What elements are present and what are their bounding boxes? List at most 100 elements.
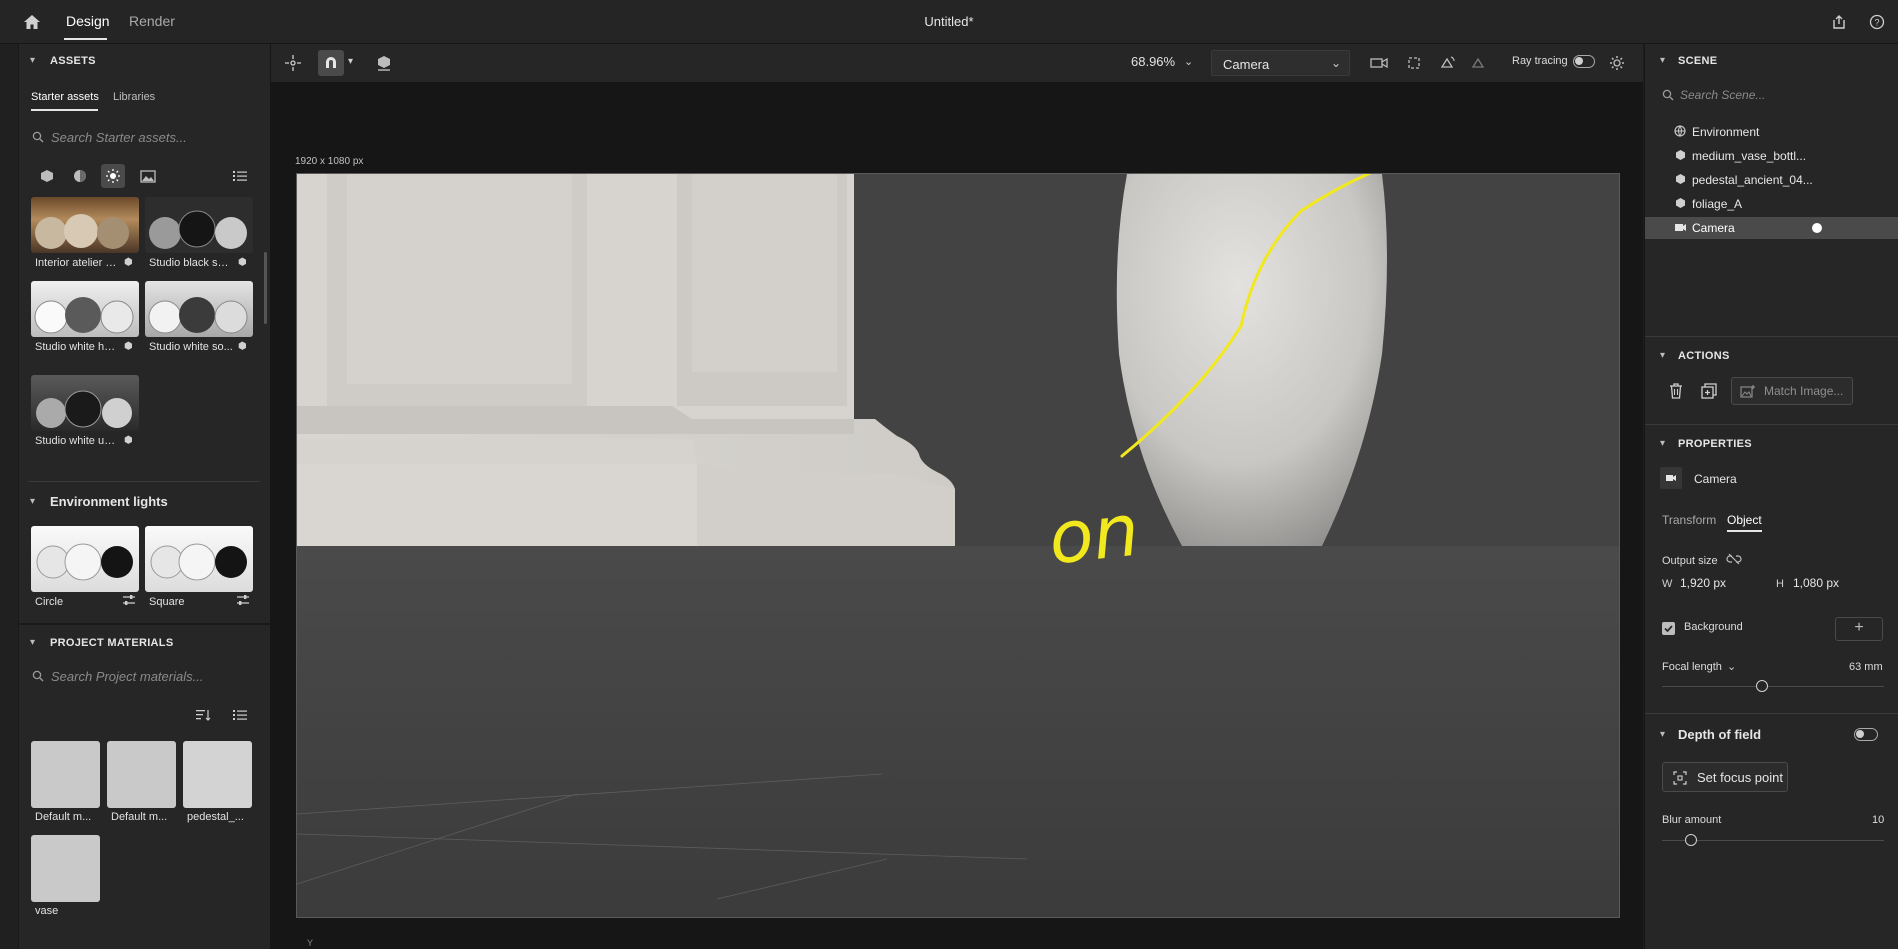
scene-item-camera[interactable]: Camera	[1645, 217, 1898, 239]
add-background-button[interactable]: +	[1835, 617, 1883, 641]
set-focus-point-button[interactable]: Set focus point	[1662, 762, 1788, 792]
magnet-icon[interactable]	[318, 50, 344, 76]
project-materials-search-placeholder: Search Project materials...	[51, 669, 204, 684]
material-card[interactable]: pedestal_...	[183, 741, 252, 827]
project-materials-chevron-icon[interactable]: ▾	[30, 637, 35, 648]
assets-collapse-chevron-icon[interactable]: ▾	[30, 55, 35, 66]
height-label: H	[1776, 578, 1784, 590]
material-card[interactable]: Default m...	[31, 741, 100, 827]
viewport-toolbar: ▾ 68.96% ⌄ Camera ⌄ Ray tracing	[271, 44, 1643, 82]
camera-select[interactable]: Camera ⌄	[1211, 50, 1350, 76]
material-swatch	[183, 741, 252, 808]
focus-target-icon	[1673, 771, 1687, 788]
properties-chevron-icon[interactable]: ▾	[1660, 438, 1665, 449]
depth-of-field-toggle[interactable]	[1854, 728, 1878, 741]
height-field[interactable]: 1,080 px	[1793, 576, 1839, 590]
scene-item-label: pedestal_ancient_04...	[1692, 173, 1813, 187]
material-label: Default m...	[111, 811, 168, 823]
material-card[interactable]: Default m...	[107, 741, 176, 827]
scene-chevron-icon[interactable]: ▾	[1660, 55, 1665, 66]
env-light-card[interactable]: Square	[145, 526, 253, 614]
models-icon[interactable]	[37, 166, 57, 186]
tab-transform[interactable]: Transform	[1662, 513, 1716, 527]
drop-to-ground-icon[interactable]	[373, 52, 395, 74]
background-checkbox[interactable]	[1662, 622, 1675, 635]
frame-icon[interactable]	[1403, 52, 1425, 74]
asset-card[interactable]: Studio black soft... ⬢	[145, 197, 253, 269]
match-image-button[interactable]: Match Image...	[1731, 377, 1853, 405]
trash-icon[interactable]	[1665, 380, 1687, 402]
scene-item-pedestal[interactable]: pedestal_ancient_04...	[1645, 170, 1898, 190]
asset-card[interactable]: Interior atelier s... ⬢	[31, 197, 139, 269]
asset-card[interactable]: Studio white um... ⬢	[31, 375, 139, 447]
asset-thumbnail	[31, 197, 139, 253]
material-card[interactable]: vase	[31, 835, 100, 921]
material-swatch	[107, 741, 176, 808]
sliders-icon[interactable]	[236, 594, 250, 609]
focal-length-value: 63 mm	[1849, 661, 1883, 673]
ray-tracing-toggle[interactable]	[1573, 55, 1595, 68]
scene-item-environment[interactable]: Environment	[1645, 122, 1898, 142]
scene-header: SCENE	[1678, 55, 1718, 67]
tab-starter-assets[interactable]: Starter assets	[31, 91, 99, 103]
env-light-thumbnail	[31, 526, 139, 592]
scene-item-label: Environment	[1692, 125, 1760, 139]
blur-amount-slider-knob[interactable]	[1684, 834, 1697, 846]
sliders-icon[interactable]	[122, 594, 136, 609]
env-light-label: Square	[149, 596, 185, 608]
background-label: Background	[1684, 621, 1743, 633]
actions-chevron-icon[interactable]: ▾	[1660, 350, 1665, 361]
sort-icon[interactable]	[193, 706, 213, 724]
assets-scrollbar[interactable]	[264, 252, 267, 324]
tab-object-underline	[1727, 530, 1762, 532]
output-size-label: Output size	[1662, 555, 1718, 567]
asset-card[interactable]: Studio white ha... ⬢	[31, 281, 139, 353]
focal-length-slider-knob[interactable]	[1755, 680, 1768, 692]
duplicate-icon[interactable]	[1698, 380, 1720, 402]
scene-item-vase[interactable]: medium_vase_bottl...	[1645, 146, 1898, 166]
camera-view-icon[interactable]	[1368, 52, 1390, 74]
chevron-down-icon[interactable]: ▾	[348, 56, 353, 67]
env-lights-chevron-icon[interactable]: ▾	[30, 496, 35, 507]
asset-card[interactable]: Studio white so... ⬢	[145, 281, 253, 353]
scene-item-foliage[interactable]: foliage_A	[1645, 194, 1898, 214]
select-tool-icon[interactable]	[282, 52, 304, 74]
lights-icon[interactable]	[101, 164, 125, 188]
document-title: Untitled*	[0, 14, 1898, 29]
render-settings-icon[interactable]	[1606, 52, 1628, 74]
active-camera-dot[interactable]	[1812, 223, 1822, 233]
images-icon[interactable]	[138, 166, 158, 186]
project-materials-search-field[interactable]: Search Project materials...	[28, 667, 258, 687]
camera-icon	[1674, 222, 1687, 236]
env-light-card[interactable]: Circle	[31, 526, 139, 614]
list-view-icon[interactable]	[230, 706, 250, 724]
search-icon	[32, 670, 44, 685]
width-field[interactable]: 1,920 px	[1680, 576, 1726, 590]
depth-of-field-chevron-icon[interactable]: ▾	[1660, 729, 1665, 740]
scene-item-label: foliage_A	[1692, 197, 1743, 211]
scene-search-field[interactable]: Search Scene...	[1658, 86, 1883, 106]
tab-object[interactable]: Object	[1727, 513, 1762, 527]
link-broken-icon[interactable]	[1726, 553, 1742, 568]
tab-libraries[interactable]: Libraries	[113, 91, 155, 103]
divider	[1645, 424, 1898, 425]
width-label: W	[1662, 578, 1673, 590]
camera-rotate-icon[interactable]	[1436, 52, 1458, 74]
render-canvas[interactable]: on	[296, 173, 1620, 918]
asset-thumbnail	[31, 281, 139, 337]
share-icon[interactable]	[1828, 11, 1850, 33]
focal-length-chevron-icon[interactable]: ⌄	[1727, 660, 1736, 673]
help-icon[interactable]: ?	[1866, 11, 1888, 33]
zoom-value[interactable]: 68.96%	[1131, 54, 1175, 69]
camera-reset-icon[interactable]	[1467, 52, 1489, 74]
focal-length-label[interactable]: Focal length	[1662, 661, 1722, 673]
tab-design-underline	[64, 38, 107, 40]
focal-length-slider-track[interactable]	[1662, 686, 1884, 687]
asset-label: Studio white so...	[149, 341, 233, 353]
zoom-chevron-icon[interactable]: ⌄	[1184, 55, 1193, 68]
axis-label: Y	[307, 938, 314, 948]
assets-search-field[interactable]: Search Starter assets...	[28, 128, 258, 148]
list-view-icon[interactable]	[230, 166, 250, 186]
svg-text:?: ?	[1874, 18, 1879, 28]
materials-icon[interactable]	[70, 166, 90, 186]
